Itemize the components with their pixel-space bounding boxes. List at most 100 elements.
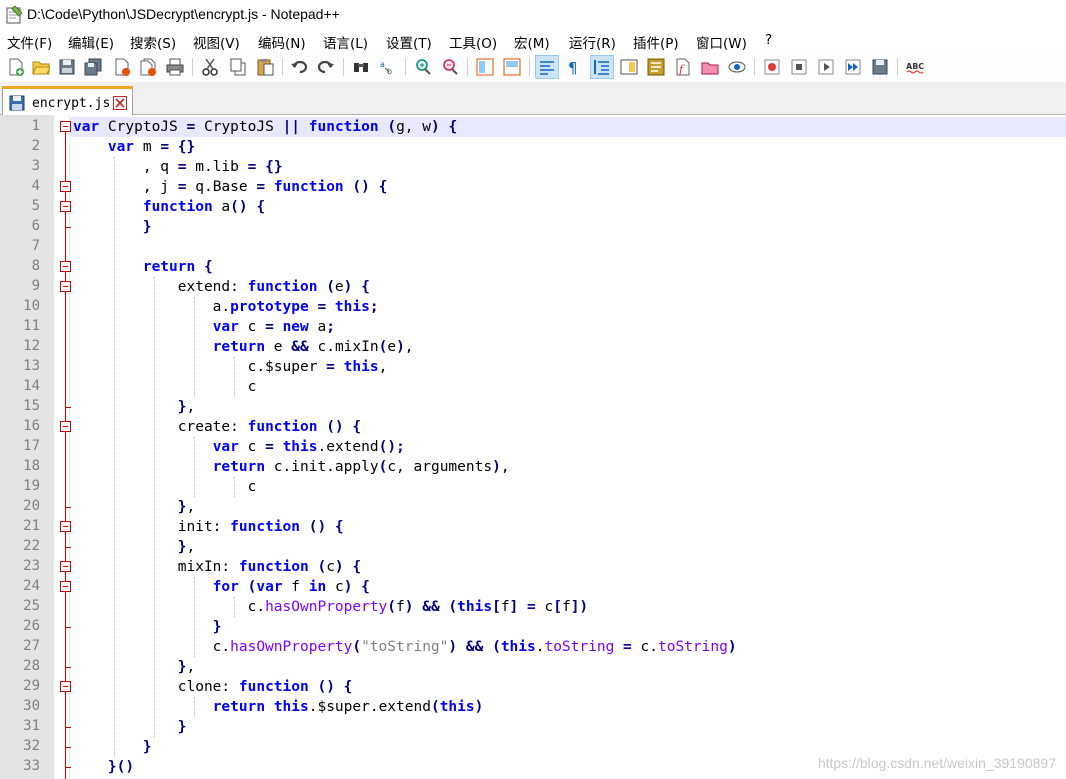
- code-line[interactable]: for (var f in c) {: [73, 577, 370, 597]
- show-all-chars-icon[interactable]: ¶: [563, 56, 585, 78]
- word-wrap-icon[interactable]: [535, 55, 559, 79]
- code-line[interactable]: }: [73, 737, 152, 757]
- spell-check-icon[interactable]: ABC: [904, 56, 926, 78]
- close-all-icon[interactable]: [137, 56, 159, 78]
- code-line[interactable]: },: [73, 397, 195, 417]
- close-icon[interactable]: [111, 56, 133, 78]
- fold-toggle-icon[interactable]: [60, 181, 71, 192]
- code-line[interactable]: return {: [73, 257, 213, 277]
- fold-end-marker: [65, 667, 71, 668]
- fold-end-marker: [65, 547, 71, 548]
- undo-icon[interactable]: [288, 56, 310, 78]
- record-macro-icon[interactable]: [761, 56, 783, 78]
- code-line[interactable]: }: [73, 217, 152, 237]
- menu-macro[interactable]: 宏(M): [514, 32, 550, 52]
- code-line[interactable]: c.$super = this,: [73, 357, 388, 377]
- code-line[interactable]: return e && c.mixIn(e),: [73, 337, 414, 357]
- menu-tools[interactable]: 工具(O): [449, 32, 497, 52]
- menu-edit[interactable]: 编辑(E): [68, 32, 114, 52]
- menu-encoding[interactable]: 编码(N): [258, 32, 306, 52]
- menu-search[interactable]: 搜索(S): [130, 32, 176, 52]
- code-editor[interactable]: 1 2 3 4 5 6 7 8 9 10 11 12 13 14 15 16 17 18 19 20 21 22 23 24 2…: [0, 115, 1066, 779]
- line-number: 12: [23, 338, 40, 354]
- code-line[interactable]: }: [73, 717, 187, 737]
- sync-vertical-icon[interactable]: [474, 56, 496, 78]
- code-line[interactable]: c.hasOwnProperty("toString") && (this.to…: [73, 637, 737, 657]
- code-line[interactable]: var m = {}: [73, 137, 195, 157]
- fold-toggle-icon[interactable]: [60, 581, 71, 592]
- code-line[interactable]: }(): [73, 757, 134, 777]
- code-line[interactable]: return c.init.apply(c, arguments),: [73, 457, 510, 477]
- find-icon[interactable]: [350, 56, 372, 78]
- fold-end-marker: [65, 407, 71, 408]
- code-line[interactable]: return this.$super.extend(this): [73, 697, 484, 717]
- save-macro-icon[interactable]: [869, 56, 891, 78]
- code-line[interactable]: },: [73, 657, 195, 677]
- zoom-out-icon[interactable]: [439, 56, 461, 78]
- zoom-in-icon[interactable]: [412, 56, 434, 78]
- code-line[interactable]: },: [73, 497, 195, 517]
- replace-icon[interactable]: ab: [377, 56, 399, 78]
- code-line[interactable]: var c = new a;: [73, 317, 335, 337]
- tab-encrypt-js[interactable]: encrypt.js: [2, 86, 133, 116]
- code-line[interactable]: init: function () {: [73, 517, 344, 537]
- menu-settings[interactable]: 设置(T): [386, 32, 432, 52]
- run-macro-multiple-icon[interactable]: [842, 56, 864, 78]
- fold-margin[interactable]: [54, 115, 70, 779]
- menu-plugins[interactable]: 插件(P): [633, 32, 679, 52]
- menu-help[interactable]: ?: [765, 32, 772, 48]
- code-line[interactable]: },: [73, 537, 195, 557]
- save-icon[interactable]: [56, 56, 78, 78]
- fold-toggle-icon[interactable]: [60, 281, 71, 292]
- toolbar-separator: [529, 58, 530, 76]
- tab-close-icon[interactable]: [113, 96, 127, 110]
- code-line[interactable]: extend: function (e) {: [73, 277, 370, 297]
- title-bar: D:\Code\Python\JSDecrypt\encrypt.js - No…: [0, 0, 1066, 30]
- fold-toggle-icon[interactable]: [60, 421, 71, 432]
- print-icon[interactable]: [164, 56, 186, 78]
- redo-icon[interactable]: [315, 56, 337, 78]
- paste-icon[interactable]: [254, 56, 276, 78]
- play-macro-icon[interactable]: [815, 56, 837, 78]
- code-line[interactable]: , q = m.lib = {}: [73, 157, 283, 177]
- code-line[interactable]: }: [73, 617, 222, 637]
- copy-icon[interactable]: [227, 56, 249, 78]
- code-line[interactable]: c: [73, 377, 257, 397]
- code-line[interactable]: var CryptoJS = CryptoJS || function (g, …: [73, 117, 457, 137]
- new-file-icon[interactable]: [5, 56, 27, 78]
- code-line[interactable]: , j = q.Base = function () {: [73, 177, 388, 197]
- stop-macro-icon[interactable]: [788, 56, 810, 78]
- save-all-icon[interactable]: [82, 56, 104, 78]
- menu-file[interactable]: 文件(F): [7, 32, 52, 52]
- code-line[interactable]: mixIn: function (c) {: [73, 557, 361, 577]
- function-list-icon[interactable]: [645, 56, 667, 78]
- fold-toggle-icon[interactable]: [60, 561, 71, 572]
- fold-toggle-icon[interactable]: [60, 121, 71, 132]
- monitoring-icon[interactable]: [699, 56, 721, 78]
- code-line[interactable]: clone: function () {: [73, 677, 353, 697]
- menu-run[interactable]: 运行(R): [569, 32, 616, 52]
- menu-window[interactable]: 窗口(W): [696, 32, 747, 52]
- fold-toggle-icon[interactable]: [60, 261, 71, 272]
- folder-workspace-icon[interactable]: f: [672, 56, 694, 78]
- document-map-icon[interactable]: [618, 56, 640, 78]
- fold-toggle-icon[interactable]: [60, 521, 71, 532]
- fold-toggle-icon[interactable]: [60, 201, 71, 212]
- eye-icon[interactable]: [726, 56, 748, 78]
- fold-toggle-icon[interactable]: [60, 681, 71, 692]
- sync-horizontal-icon[interactable]: [501, 56, 523, 78]
- cut-icon[interactable]: [199, 56, 221, 78]
- line-number: 5: [31, 198, 40, 214]
- code-line[interactable]: create: function () {: [73, 417, 361, 437]
- menu-language[interactable]: 语言(L): [323, 32, 368, 52]
- line-number: 28: [23, 658, 40, 674]
- menu-bar: 文件(F) 编辑(E) 搜索(S) 视图(V) 编码(N) 语言(L) 设置(T…: [0, 30, 1066, 52]
- code-line[interactable]: c.hasOwnProperty(f) && (this[f] = c[f]): [73, 597, 589, 617]
- menu-view[interactable]: 视图(V): [193, 32, 240, 52]
- indent-guide-icon[interactable]: [590, 55, 614, 79]
- code-line[interactable]: a.prototype = this;: [73, 297, 379, 317]
- open-file-icon[interactable]: [30, 56, 52, 78]
- code-line[interactable]: var c = this.extend();: [73, 437, 405, 457]
- code-line[interactable]: function a() {: [73, 197, 265, 217]
- code-line[interactable]: c: [73, 477, 257, 497]
